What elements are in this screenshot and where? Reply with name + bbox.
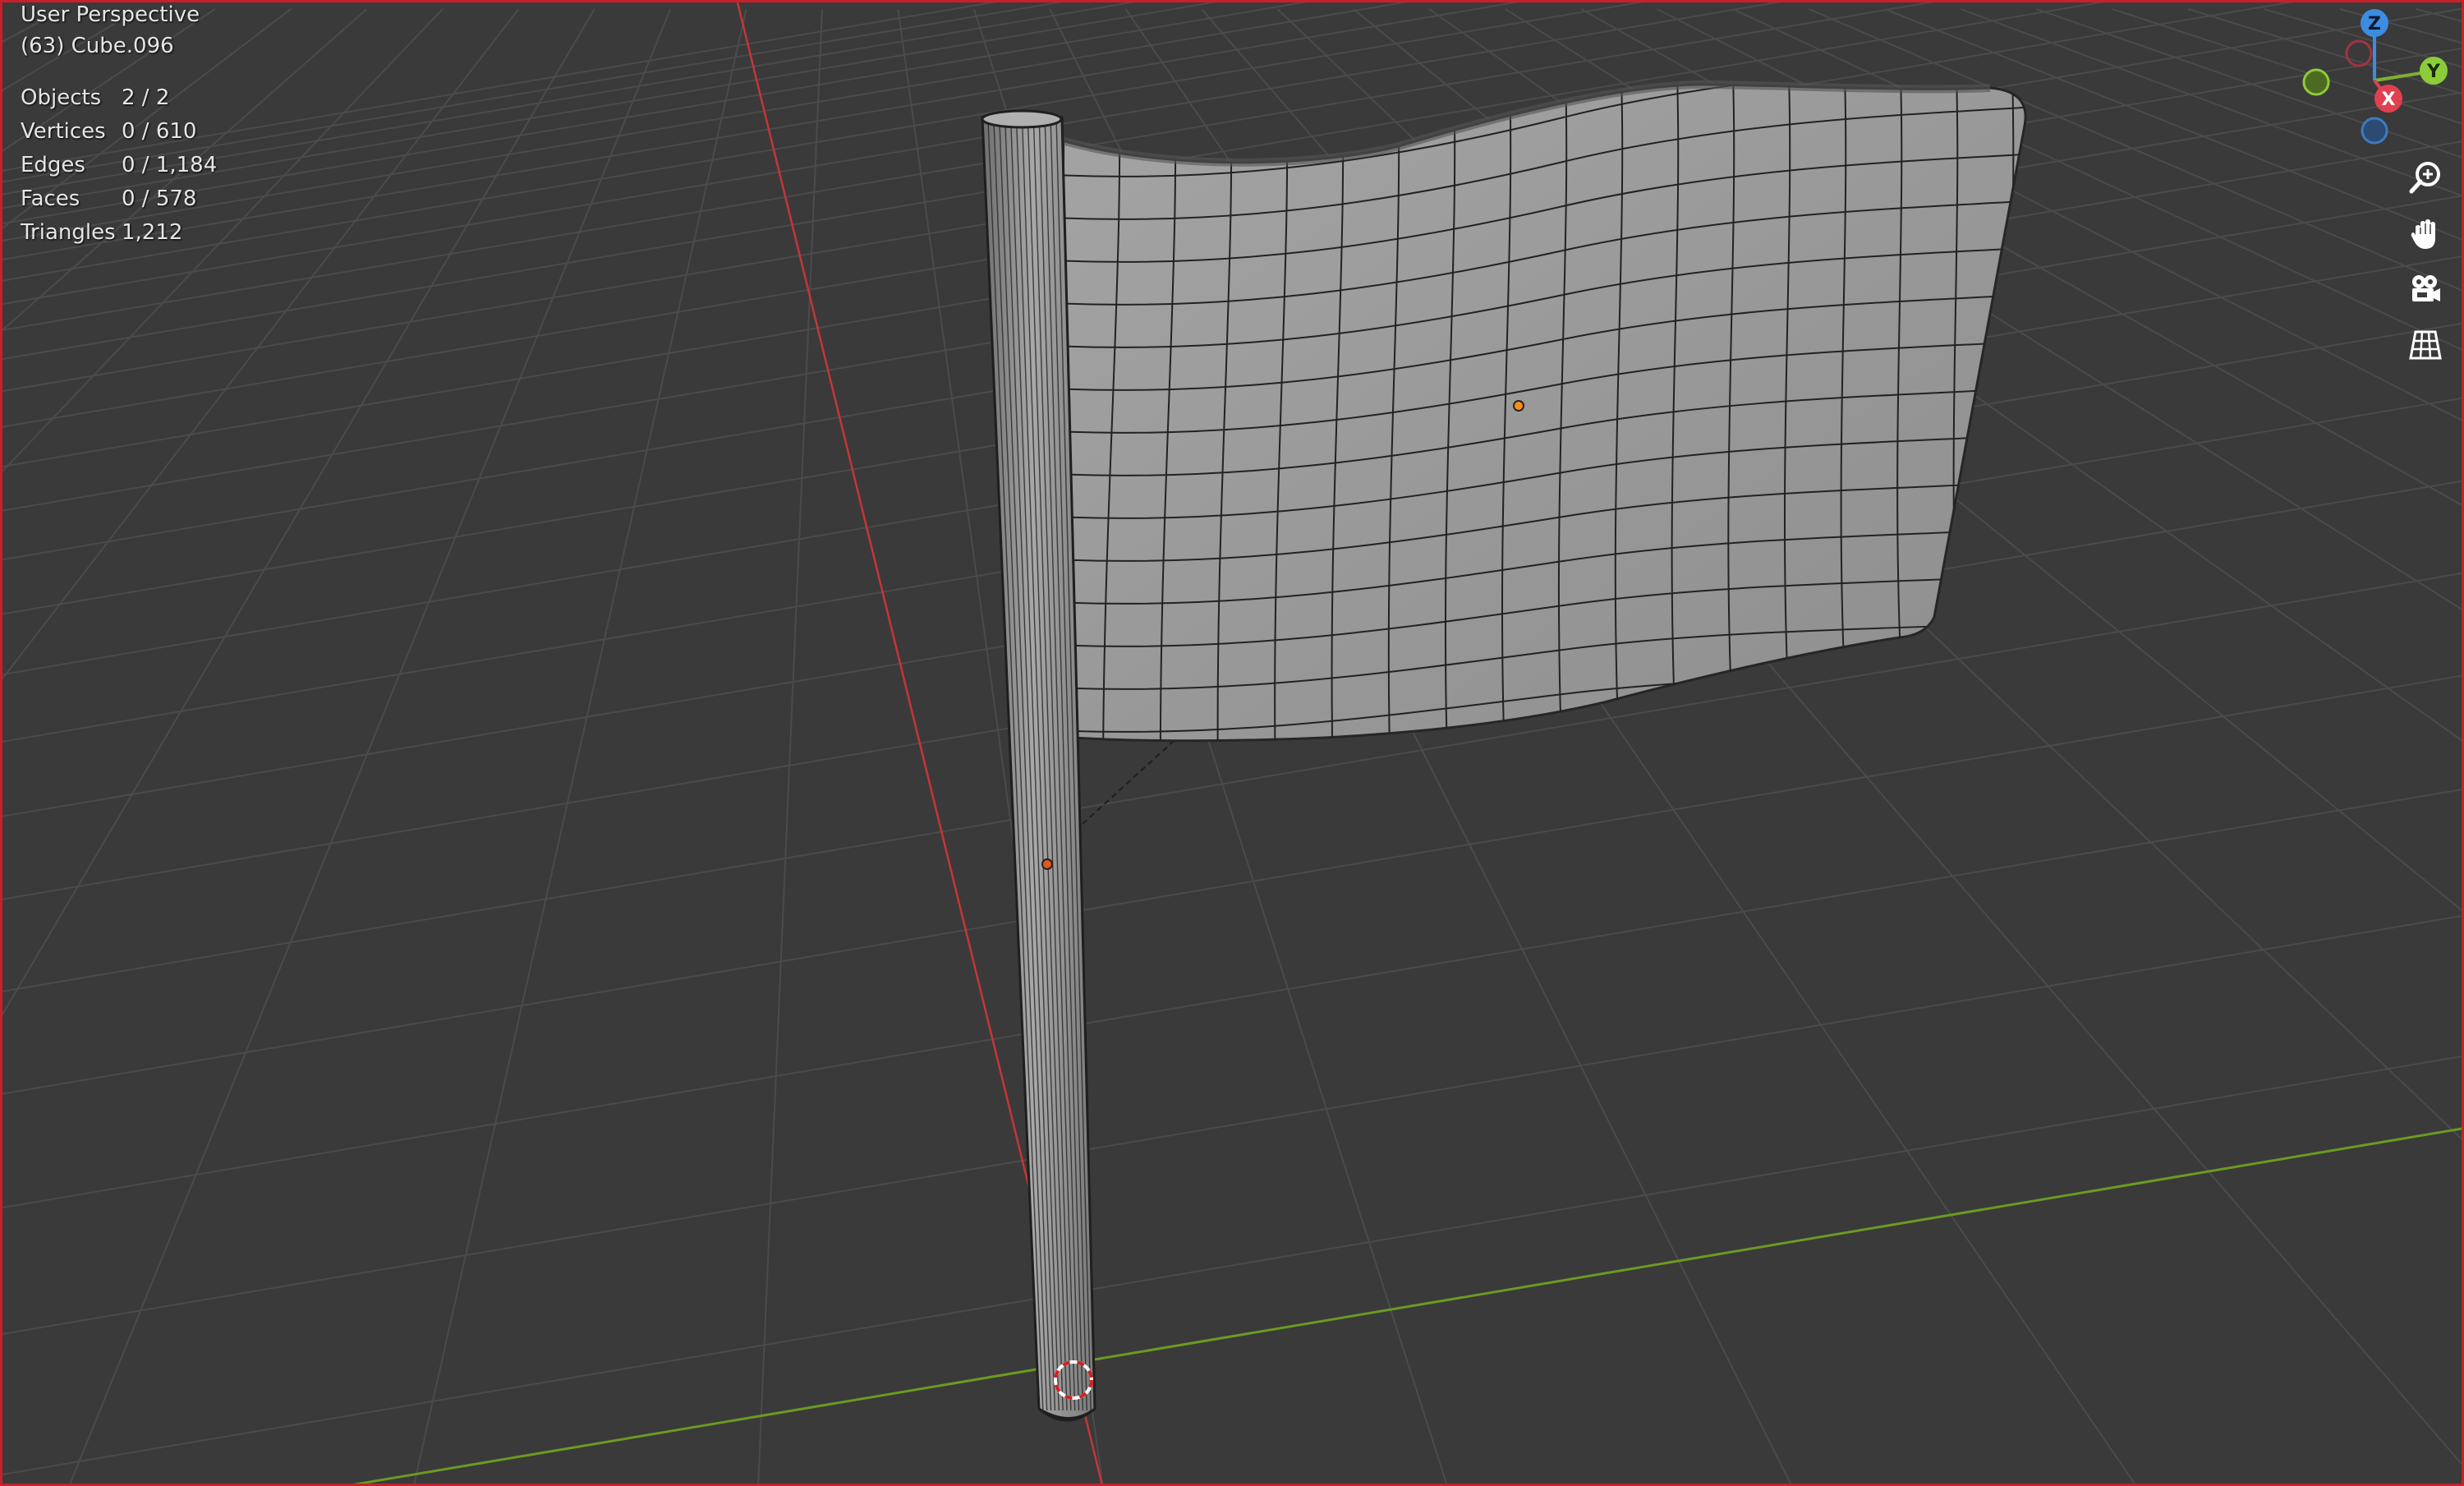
zoom-icon [2409,162,2440,194]
grid-line [2,789,2462,1209]
flag-surface[interactable] [1060,83,2027,743]
navigation-gizmo[interactable]: Z Y X [2302,9,2448,145]
grid-line [2,915,2462,1336]
stat-value: 1,212 [122,220,183,245]
gizmo-y-label: Y [2426,62,2441,82]
grid-line [757,8,823,1484]
stat-row: Edges 0 / 1,184 [21,153,217,186]
active-object-name: (63) Cube.096 [21,34,174,58]
stat-label: Edges [21,153,85,177]
gizmo-z-label: Z [2368,14,2381,35]
pan-button[interactable] [2401,209,2450,259]
gizmo-x-label: X [2382,90,2396,110]
toggle-ortho-button[interactable] [2401,320,2450,370]
parent-relation-line [1082,741,1174,825]
stat-value: 0 / 578 [122,186,197,211]
grid-line [2,1056,2462,1476]
y-axis-line [352,1127,2462,1484]
camera-icon [2412,275,2440,301]
flag-mesh[interactable] [1046,52,2039,783]
stat-row: Faces 0 / 578 [21,186,217,220]
grid-line [2036,8,2462,159]
scene-statistics: Objects 2 / 2 Vertices 0 / 610 Edges 0 /… [21,85,217,254]
zoom-button[interactable] [2401,153,2450,202]
stat-label: Triangles [21,220,116,245]
stat-row: Vertices 0 / 610 [21,119,217,153]
stat-label: Objects [21,85,102,110]
gizmo-neg-y-handle[interactable] [2302,68,2330,96]
gizmo-neg-z-handle[interactable] [2361,117,2388,145]
stat-row: Triangles 1,212 [21,220,217,254]
3d-viewport[interactable]: Z Y X User Perspective (63) Cube.096 Obj… [0,0,2464,1486]
stat-value: 0 / 610 [122,119,197,144]
stat-value: 0 / 1,184 [122,153,218,177]
flag-origin-dot [1513,400,1524,412]
pole-top-cap [981,109,1063,129]
stat-label: Vertices [21,119,106,144]
grid-icon [2409,330,2442,360]
view-name: User Perspective [21,2,200,27]
camera-view-button[interactable] [2401,265,2450,315]
stat-row: Objects 2 / 2 [21,85,217,119]
viewport-scene[interactable]: Z Y X [2,2,2464,1486]
pan-hand-icon [2411,219,2435,249]
stat-label: Faces [21,186,80,211]
stat-value: 2 / 2 [122,85,170,110]
pole-origin-dot [1041,858,1053,870]
